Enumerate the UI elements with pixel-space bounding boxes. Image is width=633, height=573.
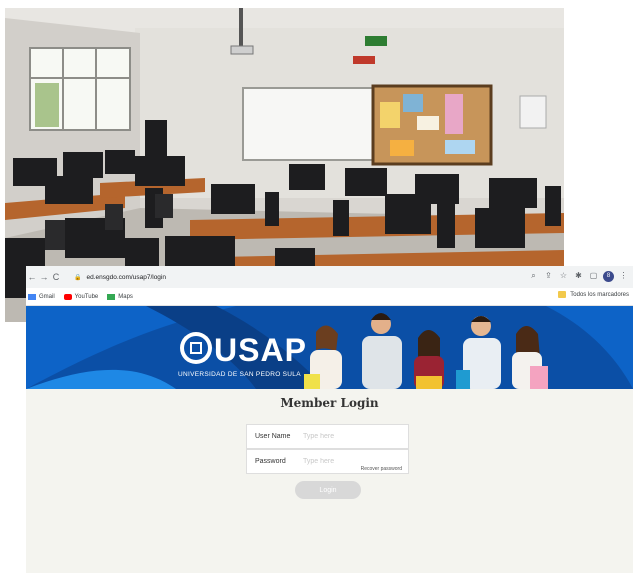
url-field[interactable]: 🔒 ed.ensgdo.com/usap7/login — [68, 270, 172, 285]
bookmark-label: Gmail — [39, 293, 55, 300]
usap-logo: USAP — [214, 332, 307, 368]
folder-icon — [558, 291, 567, 298]
password-field: Password Recover password — [246, 449, 409, 474]
banner-graphic — [26, 306, 633, 389]
bookmark-gmail[interactable]: Gmail — [28, 293, 55, 300]
url-text: ed.ensgdo.com/usap7/login — [86, 273, 166, 281]
username-input[interactable] — [301, 432, 408, 441]
login-button[interactable]: Login — [295, 481, 361, 499]
bookmark-maps[interactable]: Maps — [107, 293, 133, 300]
forward-icon[interactable]: → — [38, 272, 50, 282]
extension-icon[interactable]: ✱ — [573, 269, 584, 283]
usap-subtitle: UNIVERSIDAD DE SAN PEDRO SULA — [178, 371, 301, 378]
sidepanel-icon[interactable]: ▢ — [588, 269, 599, 283]
youtube-icon — [63, 293, 72, 300]
bookmark-youtube[interactable]: YouTube — [63, 293, 99, 300]
back-icon[interactable]: ← — [26, 272, 38, 282]
bookmark-label: YouTube — [74, 293, 99, 300]
browser-window: ← → C 🔒 ed.ensgdo.com/usap7/login ⌕ ⇪ ☆ … — [26, 266, 633, 573]
login-title: Member Login — [280, 396, 379, 410]
profile-icon[interactable]: 8 — [603, 270, 614, 282]
bookmark-label: Maps — [118, 293, 133, 300]
share-icon[interactable]: ⇪ — [543, 269, 554, 283]
zoom-icon[interactable]: ⌕ — [528, 269, 539, 283]
address-bar: ← → C 🔒 ed.ensgdo.com/usap7/login ⌕ ⇪ ☆ … — [26, 266, 633, 288]
maps-icon — [107, 293, 116, 300]
gmail-icon — [28, 293, 36, 300]
lock-icon: 🔒 — [74, 274, 82, 281]
browser-toolbar: ⌕ ⇪ ☆ ✱ ▢ 8 ⋮ — [528, 269, 629, 283]
reload-icon[interactable]: C — [50, 272, 62, 282]
star-icon[interactable]: ☆ — [558, 269, 569, 283]
recover-password-link[interactable]: Recover password — [361, 466, 402, 472]
username-label: User Name — [255, 433, 291, 440]
all-bookmarks[interactable]: Todos los marcadores — [558, 291, 629, 298]
menu-icon[interactable]: ⋮ — [618, 269, 629, 283]
password-input[interactable] — [301, 457, 408, 466]
usap-banner: USAP UNIVERSIDAD DE SAN PEDRO SULA — [26, 306, 633, 389]
bookmarks-bar: Gmail YouTube Maps Todos los marcadores — [26, 288, 633, 306]
username-field: User Name — [246, 424, 409, 449]
all-bookmarks-label: Todos los marcadores — [570, 291, 629, 298]
password-label: Password — [255, 458, 286, 465]
